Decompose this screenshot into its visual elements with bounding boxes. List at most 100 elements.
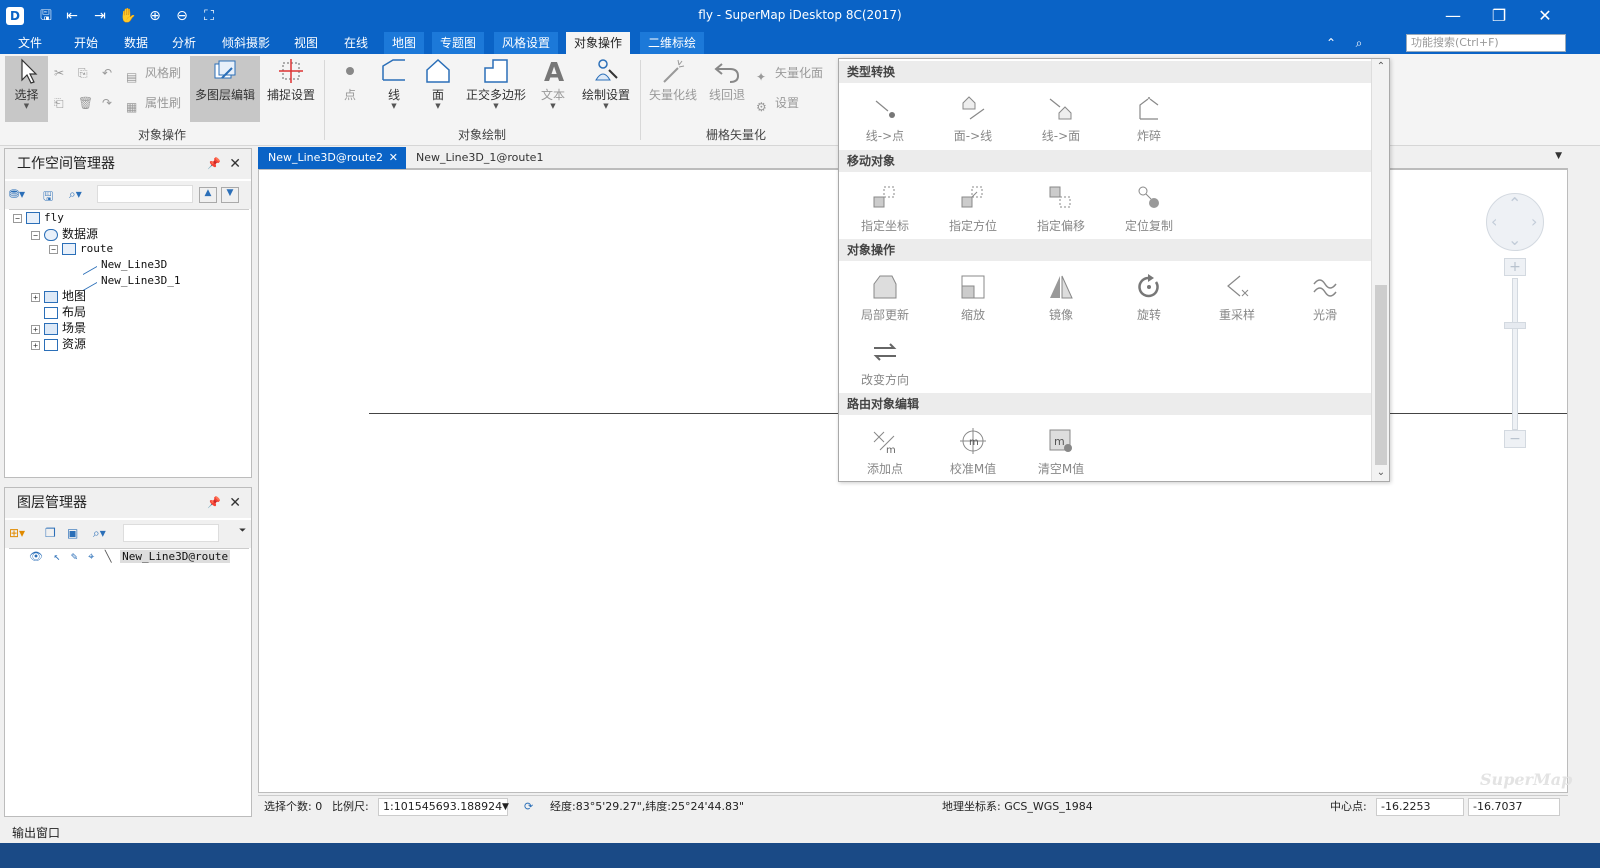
- vectorize-line-button[interactable]: 矢量化线: [646, 56, 700, 120]
- paste-icon[interactable]: ⎗: [54, 92, 64, 114]
- tab-plotting[interactable]: 二维标绘: [640, 32, 705, 54]
- draw-face-button[interactable]: 面 ▼: [420, 56, 456, 120]
- tab-style[interactable]: 风格设置: [494, 32, 559, 54]
- coordinate-system[interactable]: 地理坐标系: GCS_WGS_1984: [942, 796, 1093, 818]
- tab-online[interactable]: 在线: [336, 32, 376, 54]
- center-x-input[interactable]: -16.2253: [1376, 798, 1464, 816]
- tab-view[interactable]: 视图: [286, 32, 326, 54]
- close-tab-icon[interactable]: ✕: [389, 147, 398, 169]
- center-y-input[interactable]: -16.7037: [1468, 798, 1560, 816]
- mirror-button[interactable]: 镜像: [1017, 272, 1105, 323]
- tree-node-dataset[interactable]: New_Line3D_1: [83, 270, 180, 292]
- select-button[interactable]: 选择 ▼: [5, 56, 48, 122]
- style-brush-button[interactable]: ▤ 风格刷: [126, 62, 181, 84]
- workspace-search-input[interactable]: [97, 185, 193, 203]
- pin-icon[interactable]: 📌: [207, 488, 221, 518]
- tree-node-resources[interactable]: + 资源: [31, 336, 86, 352]
- selectable-cursor-icon[interactable]: ↖: [54, 550, 61, 563]
- zoom-plus-button[interactable]: +: [1504, 258, 1526, 276]
- tab-start[interactable]: 开始: [66, 32, 106, 54]
- move-up-icon[interactable]: ▲: [199, 187, 217, 203]
- collapse-icon[interactable]: −: [31, 230, 40, 240]
- expand-icon[interactable]: +: [31, 324, 40, 334]
- snap-settings-button[interactable]: 捕捉设置: [264, 56, 318, 120]
- line-to-face-button[interactable]: 线->面: [1017, 93, 1105, 144]
- partial-update-button[interactable]: 局部更新: [841, 272, 929, 323]
- close-panel-icon[interactable]: ✕: [229, 149, 241, 179]
- line-to-point-button[interactable]: 线->点: [841, 93, 929, 144]
- more-icon[interactable]: ⏷: [239, 526, 257, 542]
- close-panel-icon[interactable]: ✕: [229, 488, 241, 518]
- tree-node-datasources[interactable]: − 数据源: [31, 226, 98, 242]
- pan-left-icon[interactable]: ‹: [1491, 212, 1497, 231]
- expand-icon[interactable]: +: [31, 292, 40, 302]
- delete-icon[interactable]: 🗑: [78, 92, 93, 114]
- reverse-direction-button[interactable]: 改变方向: [841, 337, 929, 388]
- gallery-scrollbar[interactable]: ⌃ ⌄: [1371, 59, 1389, 481]
- layer-search-input[interactable]: [123, 524, 219, 542]
- tab-file[interactable]: 文件: [10, 32, 50, 54]
- resample-button[interactable]: 重采样: [1193, 272, 1281, 323]
- workspace-open-icon[interactable]: ⛃▾: [9, 187, 27, 203]
- tree-node-scenes[interactable]: + 场景: [31, 320, 86, 336]
- scroll-thumb[interactable]: [1375, 285, 1387, 465]
- text-button[interactable]: A 文本 ▼: [536, 56, 570, 120]
- collapse-icon[interactable]: −: [13, 213, 22, 223]
- scroll-down-icon[interactable]: ⌄: [1372, 467, 1389, 478]
- vectorize-settings-button[interactable]: ⚙ 设置: [756, 92, 799, 114]
- tree-node-layouts[interactable]: 布局: [31, 304, 86, 320]
- zoom-rail[interactable]: [1512, 278, 1518, 430]
- snappable-icon[interactable]: ⌖: [88, 550, 94, 563]
- multi-layer-edit-button[interactable]: 多图层编辑: [190, 56, 260, 122]
- copy-icon[interactable]: ⎘: [78, 62, 88, 84]
- tree-node-maps[interactable]: + 地图: [31, 288, 86, 304]
- minimize-button[interactable]: —: [1430, 0, 1476, 32]
- collapse-ribbon-icon[interactable]: ⌃: [1322, 34, 1340, 52]
- function-search-input[interactable]: 功能搜索(Ctrl+F): [1406, 34, 1566, 52]
- draw-point-button[interactable]: 点: [334, 56, 366, 120]
- tab-map[interactable]: 地图: [384, 32, 425, 54]
- pin-icon[interactable]: 📌: [207, 149, 221, 179]
- layer-search-icon[interactable]: ⌕▾: [93, 526, 111, 542]
- layer-group-icon[interactable]: ▣: [67, 526, 85, 542]
- add-point-button[interactable]: m 添加点: [841, 426, 929, 477]
- scale-input[interactable]: 1:101545693.188924: [378, 798, 508, 816]
- clear-m-button[interactable]: m 清空M值: [1017, 426, 1105, 477]
- refresh-icon[interactable]: ⟳: [524, 796, 533, 818]
- set-bearing-button[interactable]: 指定方位: [929, 183, 1017, 234]
- scale-button[interactable]: 缩放: [929, 272, 1017, 323]
- expand-icon[interactable]: +: [31, 340, 40, 350]
- draw-line-button[interactable]: 线 ▼: [376, 56, 412, 120]
- fullscreen-icon[interactable]: ⛶: [1545, 34, 1563, 52]
- pan-down-icon[interactable]: ⌄: [1508, 230, 1521, 249]
- doc-tab-active[interactable]: New_Line3D@route2 ✕: [258, 147, 406, 169]
- set-coordinate-button[interactable]: 指定坐标: [841, 183, 929, 234]
- line-back-button[interactable]: 线回退: [706, 56, 748, 120]
- zoom-slider[interactable]: + −: [1504, 258, 1526, 450]
- visible-eye-icon[interactable]: 👁: [29, 550, 43, 563]
- ortho-polygon-button[interactable]: 正交多边形 ▼: [464, 56, 528, 120]
- vectorize-face-button[interactable]: ✦ 矢量化面: [756, 62, 823, 84]
- workspace-save-icon[interactable]: 🖫: [43, 187, 61, 203]
- zoom-minus-button[interactable]: −: [1504, 430, 1526, 448]
- scale-dropdown-icon[interactable]: ▼: [502, 796, 509, 818]
- cut-icon[interactable]: ✂: [54, 62, 64, 84]
- draw-settings-button[interactable]: 绘制设置 ▼: [580, 56, 632, 120]
- rotate-button[interactable]: 旋转: [1105, 272, 1193, 323]
- tab-analysis[interactable]: 分析: [164, 32, 204, 54]
- close-window-button[interactable]: ✕: [1522, 0, 1568, 32]
- scroll-up-icon[interactable]: ⌃: [1372, 61, 1389, 72]
- attr-brush-button[interactable]: ▦ 属性刷: [126, 92, 181, 114]
- tab-data[interactable]: 数据: [116, 32, 156, 54]
- smooth-button[interactable]: 光滑: [1281, 272, 1369, 323]
- explode-button[interactable]: 炸碎: [1105, 93, 1193, 144]
- tree-node-workspace[interactable]: − fly: [13, 210, 64, 226]
- set-offset-button[interactable]: 指定偏移: [1017, 183, 1105, 234]
- calibrate-m-button[interactable]: m 校准M值: [929, 426, 1017, 477]
- pan-up-icon[interactable]: ⌃: [1508, 194, 1521, 213]
- tab-oblique[interactable]: 倾斜摄影: [214, 32, 278, 54]
- tab-object-ops[interactable]: 对象操作: [566, 32, 631, 54]
- redo-icon[interactable]: ↷: [102, 92, 112, 114]
- editable-pencil-icon[interactable]: ✎: [71, 550, 78, 563]
- layer-copy-icon[interactable]: ❐: [45, 526, 63, 542]
